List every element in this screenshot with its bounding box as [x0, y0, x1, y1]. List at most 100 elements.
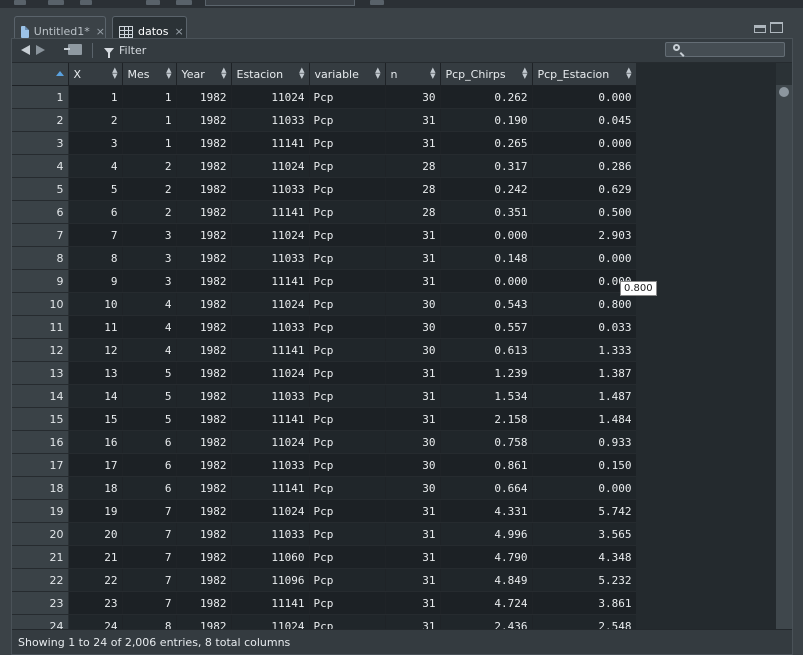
table-cell[interactable]: 1982 [176, 200, 232, 224]
table-cell[interactable]: 0.190 [440, 108, 533, 132]
table-cell[interactable]: 1982 [176, 384, 232, 408]
table-cell[interactable]: 11 [68, 315, 123, 339]
table-cell[interactable]: 0.000 [532, 476, 636, 500]
table-cell[interactable]: 11024 [231, 292, 310, 316]
table-cell[interactable]: Pcp [309, 292, 386, 316]
sort-arrows-icon[interactable]: ▲ ▼ [430, 67, 435, 80]
table-cell[interactable]: 11141 [231, 591, 310, 615]
table-cell[interactable]: 0.500 [532, 200, 636, 224]
table-cell[interactable]: 5.232 [532, 568, 636, 592]
table-row[interactable]: 14 14 5 1982 11033 Pcp 31 1.534 1.487 [12, 384, 636, 408]
table-cell[interactable]: 1982 [176, 269, 232, 293]
scrollbar-thumb[interactable] [779, 87, 789, 97]
table-cell[interactable]: 1982 [176, 476, 232, 500]
table-cell[interactable]: 21 [68, 545, 123, 569]
table-cell[interactable]: 0.242 [440, 177, 533, 201]
table-cell[interactable]: 7 [122, 499, 177, 523]
column-header-year[interactable]: Year ▲ ▼ [176, 63, 232, 86]
table-cell[interactable]: 1982 [176, 591, 232, 615]
table-cell[interactable]: 5 [122, 407, 177, 431]
table-cell[interactable]: 31 [385, 361, 441, 385]
table-cell[interactable]: 0.000 [440, 269, 533, 293]
table-row[interactable]: 12 12 4 1982 11141 Pcp 30 0.613 1.333 [12, 338, 636, 362]
table-cell[interactable]: 2.158 [440, 407, 533, 431]
table-cell[interactable]: Pcp [309, 568, 386, 592]
table-row[interactable]: 4 4 2 1982 11024 Pcp 28 0.317 0.286 [12, 154, 636, 178]
table-cell[interactable]: Pcp [309, 108, 386, 132]
table-cell[interactable]: 1982 [176, 292, 232, 316]
table-cell[interactable]: 1.484 [532, 407, 636, 431]
table-cell[interactable]: 4.790 [440, 545, 533, 569]
table-cell[interactable]: 1982 [176, 131, 232, 155]
table-cell[interactable]: 2.548 [532, 614, 636, 629]
table-cell[interactable]: Pcp [309, 315, 386, 339]
table-cell[interactable]: 0.543 [440, 292, 533, 316]
table-row[interactable]: 13 13 5 1982 11024 Pcp 31 1.239 1.387 [12, 361, 636, 385]
table-cell[interactable]: 0.861 [440, 453, 533, 477]
table-cell[interactable]: 22 [68, 568, 123, 592]
table-cell[interactable]: Pcp [309, 200, 386, 224]
table-row[interactable]: 24 24 8 1982 11024 Pcp 31 2.436 2.548 [12, 614, 636, 629]
table-row[interactable]: 7 7 3 1982 11024 Pcp 31 0.000 2.903 [12, 223, 636, 247]
table-cell[interactable]: 7 [122, 591, 177, 615]
table-cell[interactable]: 31 [385, 522, 441, 546]
table-cell[interactable]: 9 [68, 269, 123, 293]
column-header-mes[interactable]: Mes ▲ ▼ [122, 63, 177, 86]
table-cell[interactable]: 1982 [176, 614, 232, 629]
table-cell[interactable]: 1982 [176, 223, 232, 247]
table-row[interactable]: 18 18 6 1982 11141 Pcp 30 0.664 0.000 [12, 476, 636, 500]
table-cell[interactable]: 11024 [231, 430, 310, 454]
table-cell[interactable]: 14 [68, 384, 123, 408]
column-header-pcp-estacion[interactable]: Pcp_Estacion ▲ ▼ [532, 63, 636, 86]
table-cell[interactable]: 8 [122, 614, 177, 629]
table-cell[interactable]: 10 [68, 292, 123, 316]
table-cell[interactable]: 0.033 [532, 315, 636, 339]
table-cell[interactable]: 31 [385, 384, 441, 408]
table-cell[interactable]: 0.629 [532, 177, 636, 201]
table-cell[interactable]: 0.317 [440, 154, 533, 178]
table-cell[interactable]: 3 [122, 269, 177, 293]
table-cell[interactable]: 0.286 [532, 154, 636, 178]
column-header-x[interactable]: X ▲ ▼ [68, 63, 123, 86]
table-cell[interactable]: Pcp [309, 407, 386, 431]
table-cell[interactable]: 0.000 [532, 131, 636, 155]
table-row[interactable]: 22 22 7 1982 11096 Pcp 31 4.849 5.232 [12, 568, 636, 592]
table-cell[interactable]: 5.742 [532, 499, 636, 523]
table-cell[interactable]: 4 [122, 315, 177, 339]
table-cell[interactable]: 11033 [231, 108, 310, 132]
table-cell[interactable]: Pcp [309, 338, 386, 362]
table-cell[interactable]: 11141 [231, 131, 310, 155]
table-cell[interactable]: 0.148 [440, 246, 533, 270]
table-row[interactable]: 16 16 6 1982 11024 Pcp 30 0.758 0.933 [12, 430, 636, 454]
table-cell[interactable]: 30 [385, 315, 441, 339]
table-cell[interactable]: Pcp [309, 384, 386, 408]
table-cell[interactable]: 11141 [231, 476, 310, 500]
table-cell[interactable]: 1.534 [440, 384, 533, 408]
table-cell[interactable]: 12 [68, 338, 123, 362]
table-cell[interactable]: 1982 [176, 453, 232, 477]
table-cell[interactable]: 11033 [231, 246, 310, 270]
table-cell[interactable]: Pcp [309, 499, 386, 523]
save-icon[interactable] [80, 0, 92, 5]
table-cell[interactable]: 28 [385, 177, 441, 201]
table-cell[interactable]: 1 [122, 85, 177, 109]
table-cell[interactable]: 30 [385, 430, 441, 454]
table-cell[interactable]: Pcp [309, 154, 386, 178]
column-header-pcp-chirps[interactable]: Pcp_Chirps ▲ ▼ [440, 63, 533, 86]
table-cell[interactable]: 2.436 [440, 614, 533, 629]
table-cell[interactable]: 18 [68, 476, 123, 500]
table-cell[interactable]: 1982 [176, 522, 232, 546]
table-row[interactable]: 11 11 4 1982 11033 Pcp 30 0.557 0.033 [12, 315, 636, 339]
table-cell[interactable]: 11033 [231, 384, 310, 408]
table-cell[interactable]: 11024 [231, 614, 310, 629]
table-cell[interactable]: 30 [385, 85, 441, 109]
table-cell[interactable]: 15 [68, 407, 123, 431]
table-cell[interactable]: 7 [122, 522, 177, 546]
table-cell[interactable]: 1982 [176, 407, 232, 431]
table-row[interactable]: 23 23 7 1982 11141 Pcp 31 4.724 3.861 [12, 591, 636, 615]
table-cell[interactable]: 3 [68, 131, 123, 155]
table-cell[interactable]: Pcp [309, 430, 386, 454]
minimize-icon[interactable] [754, 25, 766, 33]
table-cell[interactable]: 5 [122, 361, 177, 385]
table-cell[interactable]: 7 [122, 568, 177, 592]
